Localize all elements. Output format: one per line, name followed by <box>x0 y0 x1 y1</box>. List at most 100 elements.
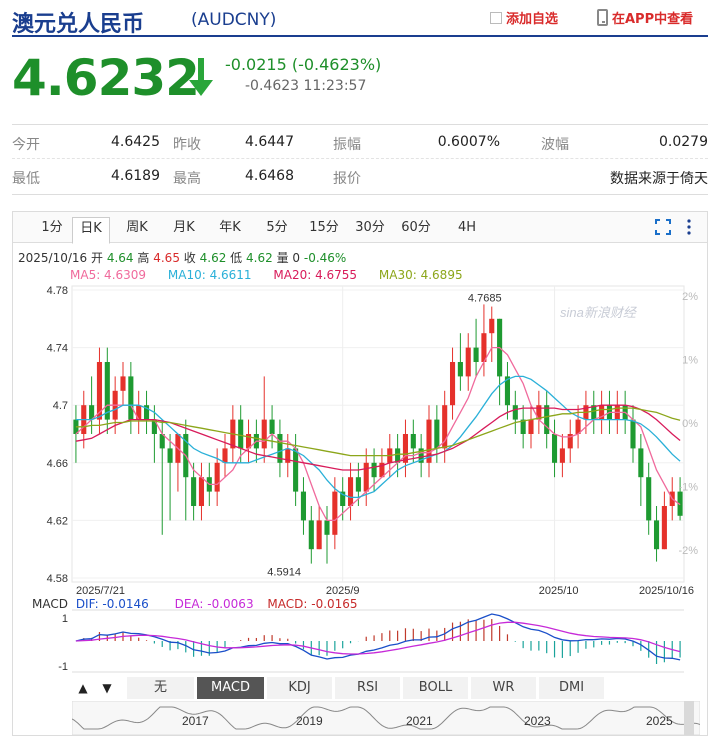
indicator-tab-5[interactable]: WR <box>471 677 537 699</box>
period-tab-7[interactable]: 30分 <box>351 219 389 243</box>
overview-window-handle <box>684 701 694 735</box>
candle-body <box>544 405 550 434</box>
overview-year-label: 2021 <box>406 714 433 728</box>
candle-body <box>128 376 134 420</box>
open-in-app-button[interactable]: 在APP中查看 <box>597 8 693 27</box>
macd-dif: DIF: -0.0146 <box>75 597 149 611</box>
period-tab-4[interactable]: 年K <box>211 219 249 243</box>
ohlc-vol: 0 <box>292 251 301 265</box>
header-divider <box>12 35 708 37</box>
y-tick-label: 4.58 <box>47 573 68 585</box>
ohlc-high-label: 高 <box>137 251 150 265</box>
candle-body <box>559 448 565 463</box>
overview-frame <box>72 701 700 735</box>
macd-legend: MACD DIF: -0.0146 DEA: -0.0063 MACD: -0.… <box>32 597 358 611</box>
candle-body <box>191 477 197 506</box>
stat-label-low: 最低 <box>12 171 40 187</box>
candle-body <box>661 506 667 550</box>
y-tick-label: 4.78 <box>47 285 68 297</box>
candle-body <box>269 419 275 434</box>
period-tab-1[interactable]: 日K <box>72 217 110 244</box>
ohlc-vol-label: 量 <box>276 251 289 265</box>
candle-body <box>347 477 354 506</box>
watermark-text: sina新浪财经 <box>560 305 638 320</box>
fullscreen-icon[interactable] <box>655 219 671 235</box>
indicator-tab-3[interactable]: RSI <box>335 677 401 699</box>
candle-body <box>167 448 173 463</box>
indicator-tab-4[interactable]: BOLL <box>403 677 469 699</box>
ohlc-readout: 2025/10/16 开 4.64 高 4.65 收 4.62 低 4.62 量… <box>18 249 346 266</box>
stat-label-amplitude: 振幅 <box>333 137 361 153</box>
candle-body <box>198 477 205 506</box>
stat-value-amplitude: 0.6007% <box>437 134 500 150</box>
stat-label-high: 最高 <box>173 171 201 187</box>
candle-body <box>120 376 126 391</box>
macd-tick-top: 1 <box>62 613 68 625</box>
x-tick-label: 2025/10 <box>539 585 579 597</box>
candle-body <box>457 362 463 377</box>
candle-body <box>214 462 220 492</box>
stat-value-prev-close: 4.6447 <box>245 134 294 150</box>
period-tab-6[interactable]: 15分 <box>305 219 343 243</box>
candle-body <box>465 347 471 377</box>
candle-body <box>324 520 330 535</box>
overview-year-label: 2019 <box>296 714 323 728</box>
candles-layer <box>73 304 683 564</box>
period-tab-8[interactable]: 60分 <box>397 219 435 243</box>
scroll-up-button[interactable]: ▲ <box>72 677 94 699</box>
period-tab-5[interactable]: 5分 <box>258 219 296 243</box>
candle-body <box>300 491 307 521</box>
ma5-line <box>75 346 681 522</box>
candle-body <box>473 347 479 362</box>
indicator-tab-0[interactable]: 无 <box>127 677 195 699</box>
y-tick-label: 4.66 <box>47 458 68 470</box>
price-change-time: -0.4623 11:23:57 <box>245 78 367 94</box>
add-watchlist-button[interactable]: 添加自选 <box>490 8 558 27</box>
x-tick-label: 2025/10/16 <box>639 585 694 597</box>
macd-layer: 1 -1 <box>58 609 684 673</box>
x-tick-label: 2025/9 <box>326 585 360 597</box>
overview-year-label: 2023 <box>524 714 551 728</box>
stat-value-quote-source: 数据来源于倚天 <box>610 171 708 187</box>
ohlc-date: 2025/10/16 <box>18 251 88 265</box>
pct-tick-label: -2% <box>678 545 698 557</box>
stats-divider-bottom <box>12 194 708 195</box>
period-tab-2[interactable]: 周K <box>118 219 156 243</box>
stat-value-open: 4.6425 <box>111 134 160 150</box>
candle-body <box>489 318 495 334</box>
stat-label-range: 波幅 <box>541 137 569 153</box>
y-tick-label: 4.62 <box>47 515 68 527</box>
indicator-tab-2[interactable]: KDJ <box>267 677 333 699</box>
period-tab-0[interactable]: 1分 <box>33 219 71 243</box>
axis-labels-layer: 4.78 4.74 4.7 4.66 4.62 4.58 2% 1% 0% -1% -2% 2025/… <box>47 285 699 597</box>
candle-body <box>449 362 456 406</box>
indicator-tab-1[interactable]: MACD <box>197 677 265 699</box>
more-options-icon[interactable] <box>684 218 694 236</box>
y-tick-label: 4.74 <box>47 343 68 355</box>
arrow-down-icon <box>189 58 213 96</box>
period-tab-9[interactable]: 4H <box>448 219 486 243</box>
indicator-tab-6[interactable]: DMI <box>539 677 605 699</box>
price-chart[interactable]: sina新浪财经 4.78 4.74 4.7 4.66 4.62 4.58 2% 1% 0% -1… <box>12 282 708 677</box>
scroll-down-button[interactable]: ▼ <box>96 677 118 699</box>
currency-pair-title: 澳元兑人民币 <box>12 12 145 37</box>
pct-tick-label: 2% <box>682 291 698 303</box>
ma20-label: MA20: 4.6755 <box>273 268 358 282</box>
overview-year-label: 2017 <box>182 714 209 728</box>
min-price-label: 4.5914 <box>267 567 301 579</box>
ohlc-pct: -0.46% <box>303 251 347 265</box>
candle-body <box>371 462 377 478</box>
candle-body <box>316 520 322 550</box>
candle-body <box>104 362 110 420</box>
candle-body <box>355 477 361 492</box>
phone-icon <box>597 9 608 26</box>
ma10-label: MA10: 4.6611 <box>167 268 252 282</box>
candle-body <box>402 434 409 463</box>
x-tick-label: 2025/7/21 <box>76 585 125 597</box>
period-tab-3[interactable]: 月K <box>165 219 203 243</box>
current-price: 4.6232 <box>12 49 200 107</box>
stat-label-quote: 报价 <box>333 171 361 187</box>
stat-value-range: 0.0279 <box>659 134 708 150</box>
timeline-overview[interactable]: 2017 2019 2021 2023 2025 <box>72 701 700 735</box>
stat-label-open: 今开 <box>12 137 40 153</box>
